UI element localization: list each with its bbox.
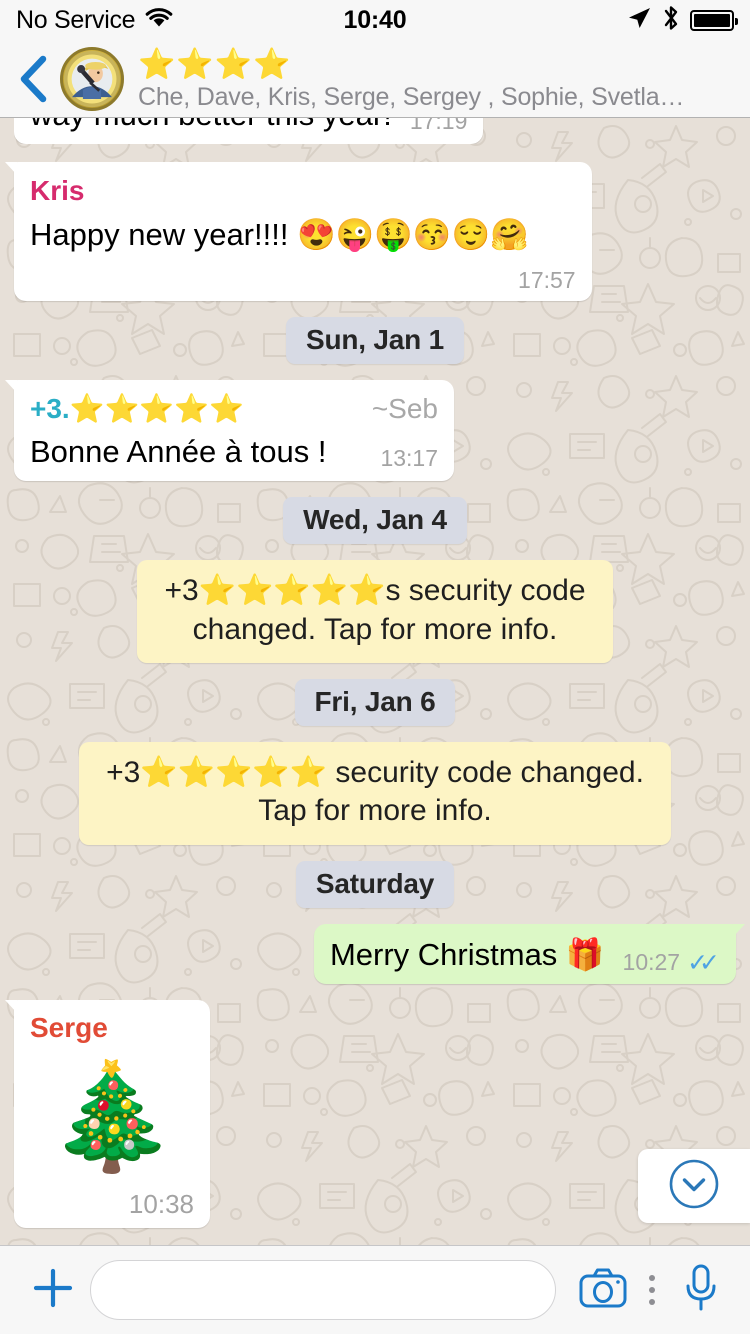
date-separator: Saturday [295, 860, 455, 908]
message-time: 13:17 [380, 445, 438, 472]
more-vertical-icon-dot [649, 1287, 655, 1293]
chevron-down-circle-icon [667, 1157, 721, 1216]
message-sender-name: +3. [30, 392, 70, 424]
message-list[interactable]: way much better this year! 17:19 Kris Ha… [0, 118, 750, 1245]
message-meta: 13:17 [380, 444, 438, 473]
message-sender-name: Kris [30, 174, 85, 206]
message-row[interactable]: Merry Christmas 🎁 10:27 ✓✓ [14, 923, 746, 984]
notice-prefix: +3 [164, 574, 199, 608]
message-time: 10:27 [622, 948, 681, 975]
date-separator-row: Fri, Jan 6 [14, 678, 736, 726]
message-row[interactable]: Serge 🎄 10:38 [5, 999, 736, 1229]
back-button[interactable] [10, 49, 56, 109]
message-meta: 17:19 [410, 118, 468, 136]
group-participants: Che, Dave, Kris, Serge, Sergey , Sophie,… [138, 84, 685, 111]
system-notice-row[interactable]: +3⭐⭐⭐⭐⭐s security code changed. Tap for … [14, 560, 736, 663]
message-row[interactable]: Kris Happy new year!!!! 😍😜🤑😚😌🤗 17:57 [5, 161, 736, 301]
sticker-image: 🎄 [47, 1058, 177, 1175]
location-arrow-icon [626, 5, 652, 36]
message-meta: 17:57 [518, 266, 576, 295]
group-name-stars: ⭐⭐⭐⭐ [138, 47, 292, 81]
status-bar: No Service 10:40 [0, 0, 750, 40]
microphone-icon [681, 1262, 721, 1319]
more-vertical-icon-dot [649, 1275, 655, 1281]
more-vertical-icon-dot [649, 1299, 655, 1305]
notice-stars: ⭐⭐⭐⭐⭐ [198, 574, 386, 608]
message-text: way much better this year! [30, 118, 392, 132]
message-input-bar [0, 1245, 750, 1334]
notice-prefix: +3 [106, 755, 141, 789]
attach-button[interactable] [22, 1264, 84, 1317]
whatsapp-chat-screen: No Service 10:40 ⭐⭐⭐⭐ Che, Dave, Kris, S… [0, 0, 750, 1334]
message-bubble-outgoing[interactable]: Merry Christmas 🎁 10:27 ✓✓ [313, 923, 746, 984]
message-sender-name: Serge [30, 1011, 108, 1043]
message-time: 17:19 [409, 118, 468, 134]
message-bubble-sticker[interactable]: Serge 🎄 10:38 [5, 999, 210, 1229]
group-name: ⭐⭐⭐⭐ [138, 46, 736, 82]
message-bubble-incoming[interactable]: +3. ⭐⭐⭐⭐⭐ ~Seb Bonne Année à tous ! 13:17 [5, 379, 454, 482]
date-separator: Wed, Jan 4 [283, 497, 467, 545]
bluetooth-icon [662, 4, 680, 37]
message-text: Bonne Année à tous ! [30, 434, 327, 470]
message-pushname: ~Seb [371, 392, 438, 424]
battery-full-icon [690, 9, 738, 31]
camera-icon [578, 1266, 628, 1315]
security-code-notice[interactable]: +3⭐⭐⭐⭐⭐s security code changed. Tap for … [136, 560, 614, 663]
date-separator-row: Saturday [14, 860, 736, 908]
message-text: Merry Christmas 🎁 [329, 936, 605, 972]
message-row[interactable]: way much better this year! 17:19 [14, 118, 736, 144]
camera-button[interactable] [572, 1266, 634, 1315]
message-time: 17:57 [518, 267, 576, 294]
date-separator-row: Wed, Jan 4 [14, 497, 736, 545]
message-text: Happy new year!!!! 😍😜🤑😚😌🤗 [30, 216, 529, 252]
message-row[interactable]: +3. ⭐⭐⭐⭐⭐ ~Seb Bonne Année à tous ! 13:17 [5, 379, 736, 482]
messages-container: way much better this year! 17:19 Kris Ha… [0, 118, 750, 1245]
message-bubble-incoming[interactable]: Kris Happy new year!!!! 😍😜🤑😚😌🤗 17:57 [5, 161, 592, 301]
avatar-artwork [63, 50, 121, 107]
system-notice-row[interactable]: +3⭐⭐⭐⭐⭐ security code changed. Tap for m… [14, 741, 736, 845]
chat-title-block[interactable]: ⭐⭐⭐⭐ Che, Dave, Kris, Serge, Sergey , So… [138, 46, 736, 111]
more-options-button[interactable] [634, 1275, 670, 1305]
read-receipt-icon: ✓✓ [687, 948, 720, 977]
message-sender-stars: ⭐⭐⭐⭐⭐ [69, 392, 245, 424]
security-code-notice[interactable]: +3⭐⭐⭐⭐⭐ security code changed. Tap for m… [78, 741, 672, 845]
plus-icon [29, 1264, 77, 1317]
date-separator: Sun, Jan 1 [285, 316, 465, 364]
voice-record-button[interactable] [670, 1262, 732, 1319]
message-input[interactable] [90, 1260, 556, 1320]
status-bar-right [626, 4, 738, 37]
notice-stars: ⭐⭐⭐⭐⭐ [140, 755, 328, 789]
scroll-to-bottom-button[interactable] [638, 1149, 750, 1223]
message-meta: 10:27 ✓✓ [623, 947, 720, 979]
message-sender-row: +3. ⭐⭐⭐⭐⭐ ~Seb [30, 391, 438, 427]
date-separator: Fri, Jan 6 [294, 678, 456, 726]
message-time: 10:38 [128, 1189, 194, 1220]
chat-header: ⭐⭐⭐⭐ Che, Dave, Kris, Serge, Sergey , So… [0, 40, 750, 118]
date-separator-row: Sun, Jan 1 [14, 316, 736, 364]
message-bubble-incoming-clipped[interactable]: way much better this year! 17:19 [14, 118, 484, 144]
group-avatar[interactable] [60, 46, 124, 111]
